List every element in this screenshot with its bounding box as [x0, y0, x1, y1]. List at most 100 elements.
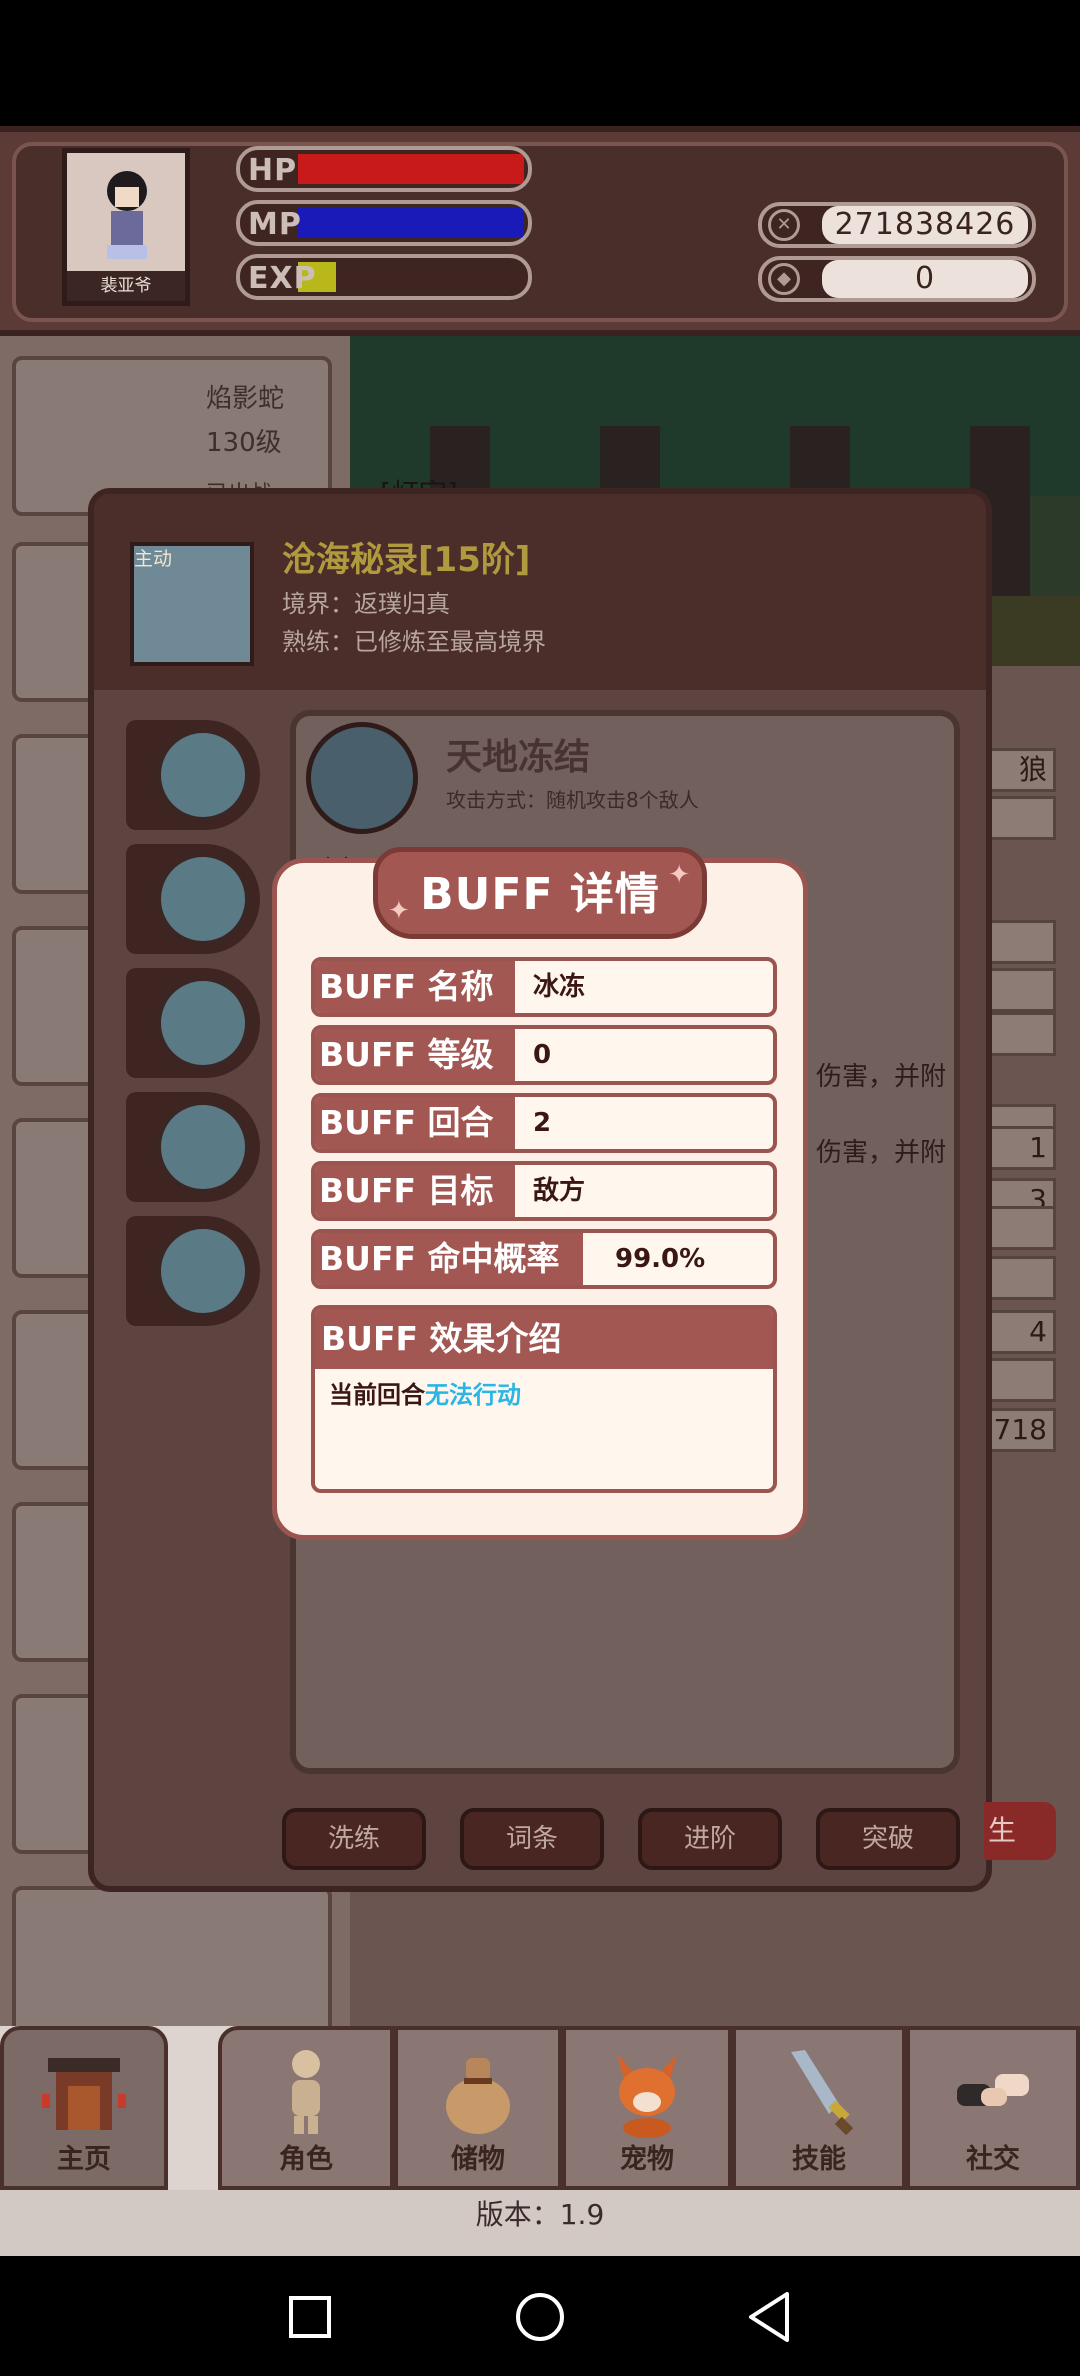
enemy-list-cell [984, 920, 1056, 964]
sub-skill-button[interactable] [126, 968, 260, 1078]
effect-prefix: 当前回合 [329, 1381, 425, 1409]
nav-home[interactable]: 主页 [0, 2026, 168, 2190]
nav-label: 社交 [966, 2144, 1020, 2175]
buff-effect-text: 当前回合无法行动 [329, 1375, 521, 1410]
crystal-star-icon [156, 1224, 250, 1318]
frost-curtain-icon [306, 722, 418, 834]
hp-bar: HP [236, 146, 532, 192]
nav-label: 储物 [451, 2144, 505, 2175]
buff-level-label: BUFF 等级 [315, 1029, 515, 1081]
sub-skill-button[interactable] [126, 844, 260, 954]
sword-icon [791, 2050, 854, 2136]
enemy-list-cell [984, 968, 1056, 1012]
coin-icon: ✕ [768, 209, 800, 241]
app-root: 裴亚爷 HP MP EXP ✕ 271838426 ◆ 0 焰影蛇 130级 已… [0, 0, 1080, 2376]
advance-button[interactable]: 进阶 [638, 1808, 782, 1870]
buff-effect-box: BUFF 效果介绍 当前回合无法行动 [311, 1305, 777, 1493]
buff-name-value: 冰冻 [533, 972, 586, 1002]
enemy-list-cell [984, 1358, 1056, 1402]
enemy-list-cell: 1 [984, 1126, 1056, 1170]
mp-bar: MP [236, 200, 532, 246]
coin-counter[interactable]: ✕ 271838426 [758, 202, 1036, 248]
breakthrough-button[interactable]: 突破 [816, 1808, 960, 1870]
player-avatar[interactable]: 裴亚爷 [62, 148, 190, 306]
enemy-list-cell: 狼 [984, 748, 1056, 792]
gem-icon: ◆ [768, 263, 800, 295]
maze-rune-icon [156, 852, 250, 946]
gem-counter[interactable]: ◆ 0 [758, 256, 1036, 302]
buff-level-row: BUFF 等级 0 [311, 1025, 777, 1085]
mp-label: MP [248, 207, 302, 242]
skill-header: 主动 沧海秘录[15阶] 境界：返璞归真 熟练：已修炼至最高境界 [94, 494, 986, 690]
buff-name-label: BUFF 名称 [315, 961, 515, 1013]
version-label: 版本：1.9 [0, 2190, 1080, 2256]
back-icon[interactable] [735, 2282, 805, 2352]
dialog-title: BUFF 详情 [420, 869, 660, 920]
buff-level-value: 0 [533, 1040, 552, 1070]
buff-hit-rate-row: BUFF 命中概率 99.0% [311, 1229, 777, 1289]
player-name: 裴亚爷 [67, 271, 185, 301]
enemy-list-cell: 4 [984, 1310, 1056, 1354]
buff-rounds-label: BUFF 回合 [315, 1097, 515, 1149]
hp-fill [298, 154, 524, 184]
gem-value: 0 [822, 260, 1028, 298]
nav-pet[interactable]: 宠物 [562, 2026, 732, 2190]
ice-shard-icon [156, 976, 250, 1070]
enemy-list-cell [984, 796, 1056, 840]
home-icon[interactable] [505, 2282, 575, 2352]
hp-label: HP [248, 153, 298, 188]
skill-orb-icon [156, 728, 250, 822]
frost-curtain-icon [156, 1100, 250, 1194]
nav-character[interactable]: 角色 [218, 2026, 394, 2190]
exp-bar: EXP [236, 254, 532, 300]
nav-storage[interactable]: 储物 [394, 2026, 562, 2190]
buff-target-label: BUFF 目标 [315, 1165, 515, 1217]
skill-mastery: 熟练：已修炼至最高境界 [282, 628, 546, 656]
sub-skill-button[interactable] [126, 1216, 260, 1326]
buff-name-row: BUFF 名称 冰冻 [311, 957, 777, 1017]
avatar-character-icon [107, 171, 147, 259]
system-navigation-bar [0, 2256, 1080, 2376]
active-tag: 主动 [134, 548, 173, 570]
mp-fill [298, 208, 524, 238]
buff-target-row: BUFF 目标 敌方 [311, 1161, 777, 1221]
buff-hit-rate-label: BUFF 命中概率 [315, 1233, 583, 1285]
nav-label: 主页 [57, 2144, 111, 2175]
exp-label: EXP [248, 261, 317, 296]
pet-card[interactable] [12, 1886, 332, 2046]
buff-effect-heading: BUFF 效果介绍 [315, 1309, 773, 1369]
skill-realm: 境界：返璞归真 [282, 590, 450, 618]
nav-skill[interactable]: 技能 [732, 2026, 906, 2190]
enemy-list-cell [984, 1012, 1056, 1056]
effect-description-line: 伤害，并附 [816, 1138, 947, 1168]
skill-title: 沧海秘录[15阶] [282, 540, 531, 580]
enemy-list-cell [984, 1206, 1056, 1250]
buff-rounds-row: BUFF 回合 2 [311, 1093, 777, 1153]
nav-label: 技能 [792, 2144, 846, 2175]
home-gate-icon [42, 2058, 126, 2130]
fox-pet-icon [617, 2054, 677, 2138]
refine-button[interactable]: 洗练 [282, 1808, 426, 1870]
dialog-title-tab: ✦ ✦ BUFF 详情 [373, 847, 707, 939]
nav-label: 宠物 [620, 2144, 674, 2175]
buff-detail-dialog: ✦ ✦ BUFF 详情 BUFF 名称 冰冻 BUFF 等级 0 BUFF 回合… [272, 847, 808, 1540]
skill-name: 天地冻结 [446, 737, 591, 778]
attack-mode: 攻击方式：随机攻击8个敌人 [446, 788, 699, 812]
buff-hit-rate-value: 99.0% [615, 1244, 706, 1274]
sub-skill-button[interactable] [126, 720, 260, 830]
bag-icon [446, 2058, 510, 2134]
sub-skill-button[interactable] [126, 1092, 260, 1202]
pet-name: 焰影蛇 [206, 384, 285, 414]
affix-button[interactable]: 词条 [460, 1808, 604, 1870]
side-action-button[interactable]: 生 [984, 1802, 1056, 1860]
nav-label: 角色 [279, 2144, 333, 2175]
effect-description-line: 伤害，并附 [816, 1062, 947, 1092]
effect-highlight: 无法行动 [425, 1381, 521, 1409]
handshake-icon [957, 2074, 1029, 2106]
buff-target-value: 敌方 [533, 1176, 586, 1206]
enemy-list-cell [984, 1256, 1056, 1300]
recent-apps-icon[interactable] [275, 2282, 345, 2352]
enemy-list-cell: 718 [984, 1408, 1056, 1452]
pet-level: 130级 [206, 428, 282, 458]
nav-social[interactable]: 社交 [906, 2026, 1080, 2190]
